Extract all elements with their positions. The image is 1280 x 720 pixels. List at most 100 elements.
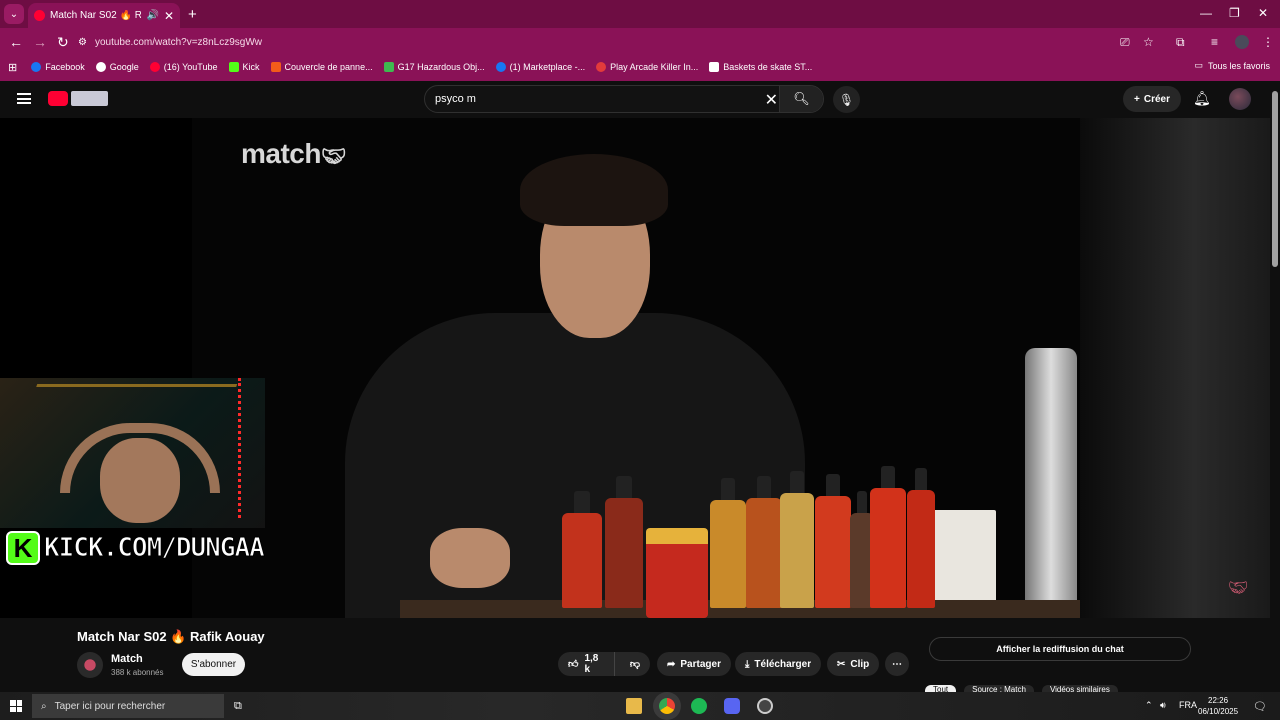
hot-sauce-bottle bbox=[907, 468, 935, 608]
windows-start-icon[interactable] bbox=[10, 700, 22, 712]
apps-grid-icon[interactable]: ⊞ bbox=[8, 61, 17, 74]
menu-icon[interactable]: ⋮ bbox=[1262, 35, 1274, 49]
channel-avatar[interactable] bbox=[77, 652, 103, 678]
bookmark-item[interactable]: Baskets de skate ST... bbox=[709, 62, 812, 72]
like-dislike-group: 👍︎ 1,8 k 👎︎ bbox=[558, 652, 650, 676]
share-button[interactable]: ➦ Partager bbox=[657, 652, 731, 676]
paper-cup bbox=[930, 510, 996, 612]
file-explorer-icon[interactable] bbox=[626, 698, 642, 714]
create-button[interactable]: + Créer bbox=[1123, 86, 1181, 112]
show-chat-replay-button[interactable]: Afficher la rediffusion du chat bbox=[929, 637, 1191, 661]
bookmark-item[interactable]: Play Arcade Killer In... bbox=[596, 62, 698, 72]
bookmark-item[interactable]: Google bbox=[95, 62, 139, 72]
site-info-icon[interactable]: ⚙ bbox=[78, 37, 87, 48]
minimize-button[interactable]: — bbox=[1200, 6, 1212, 20]
task-view-icon[interactable]: ⧉ bbox=[234, 700, 242, 713]
search-button[interactable]: 🔍︎ bbox=[779, 86, 823, 112]
hot-sauce-bottle bbox=[780, 471, 814, 608]
subscriber-count: 388 k abonnés bbox=[111, 668, 164, 677]
video-player[interactable]: match🤝︎ K KICK.COM/DUNGAA 🤝︎ bbox=[0, 118, 1280, 618]
tray-overflow-icon[interactable]: ⌃ bbox=[1145, 700, 1153, 711]
handshake-icon: 🤝︎ bbox=[320, 146, 346, 168]
tab-search-button[interactable]: ⌄ bbox=[4, 4, 24, 24]
taskbar-search-input[interactable]: ⌕ Taper ici pour rechercher bbox=[32, 694, 224, 718]
channel-branding-icon[interactable]: 🤝︎ bbox=[1228, 578, 1248, 598]
page-scrollbar[interactable] bbox=[1270, 81, 1280, 688]
bookmark-item[interactable]: (16) YouTube bbox=[149, 62, 218, 72]
language-indicator[interactable]: FRA bbox=[1179, 700, 1197, 710]
bookmark-item[interactable]: G17 Hazardous Obj... bbox=[383, 62, 485, 72]
bookmark-item[interactable]: (1) Marketplace -... bbox=[495, 62, 585, 72]
tab-strip: ⌄ Match Nar S02 🔥 Rafik Ao... 🔊 ✕ + — ❐ … bbox=[0, 0, 1280, 28]
bookmark-star-icon[interactable]: ☆ bbox=[1143, 35, 1154, 49]
browser-tab-active[interactable]: Match Nar S02 🔥 Rafik Ao... 🔊 ✕ bbox=[28, 3, 180, 28]
bookmark-favicon-icon bbox=[95, 62, 106, 72]
back-button[interactable]: ← bbox=[9, 34, 23, 50]
bookmark-favicon-icon bbox=[270, 62, 281, 72]
video-title: Match Nar S02 🔥 Rafik Aouay bbox=[77, 629, 265, 644]
all-favorites-button[interactable]: ▭ Tous les favoris bbox=[1194, 60, 1270, 71]
search-query-text: psyco m bbox=[435, 93, 476, 105]
bookmark-item[interactable]: Kick bbox=[228, 62, 260, 72]
account-avatar[interactable] bbox=[1229, 88, 1251, 110]
thumb-up-icon: 👍︎ bbox=[568, 659, 579, 670]
discord-icon[interactable] bbox=[724, 698, 740, 714]
app-icon[interactable] bbox=[757, 698, 773, 714]
clip-button[interactable]: ✂ Clip bbox=[827, 652, 880, 676]
more-horizontal-icon: ⋯ bbox=[892, 658, 902, 670]
download-button[interactable]: ⤓ Télécharger bbox=[735, 652, 822, 676]
more-actions-button[interactable]: ⋯ bbox=[885, 652, 909, 676]
notifications-bell-icon[interactable]: 🔔︎ bbox=[1193, 90, 1211, 107]
forward-button[interactable]: → bbox=[33, 34, 47, 50]
voice-search-button[interactable]: 🎙︎ bbox=[833, 86, 860, 113]
hot-sauce-bottle bbox=[605, 476, 643, 608]
search-icon: 🔍︎ bbox=[793, 91, 810, 106]
scrollbar-thumb[interactable] bbox=[1272, 91, 1278, 267]
search-input[interactable]: psyco m ✕ 🔍︎ bbox=[424, 85, 824, 113]
video-meta: Match Nar S02 🔥 Rafik Aouay Match 388 k … bbox=[0, 618, 1280, 697]
chrome-icon[interactable] bbox=[659, 698, 675, 714]
plus-icon: + bbox=[1134, 93, 1140, 105]
spotify-icon[interactable] bbox=[691, 698, 707, 714]
hot-sauce-bottle bbox=[870, 466, 906, 608]
tab-title: Match Nar S02 🔥 Rafik Ao... bbox=[50, 10, 142, 21]
person-hair bbox=[520, 154, 668, 226]
youtube-logo[interactable] bbox=[48, 91, 108, 106]
bookmark-favicon-icon bbox=[149, 62, 160, 72]
hamburger-menu-icon[interactable] bbox=[17, 93, 31, 104]
ambient-glow bbox=[1080, 118, 1270, 618]
neon-lights bbox=[238, 378, 243, 518]
windows-taskbar: ⌕ Taper ici pour rechercher ⧉ ⌃ 🔊︎ FRA 2… bbox=[0, 692, 1280, 720]
profile-avatar[interactable] bbox=[1235, 35, 1249, 49]
media-controls-icon[interactable]: ≡ bbox=[1211, 35, 1218, 49]
cast-icon[interactable]: ⎚ bbox=[1120, 35, 1130, 50]
clear-search-icon[interactable]: ✕ bbox=[765, 90, 778, 110]
kick-url-text: KICK.COM/DUNGAA bbox=[44, 533, 266, 564]
bookmark-item[interactable]: Facebook bbox=[31, 62, 85, 72]
system-clock[interactable]: 22:26 06/10/2025 bbox=[1198, 695, 1238, 717]
address-bar[interactable]: ⚙ youtube.com/watch?v=z8nLcz9sgWw bbox=[78, 32, 1108, 52]
scissors-icon: ✂ bbox=[837, 658, 846, 670]
extensions-icon[interactable]: ⧉ bbox=[1176, 35, 1185, 50]
bookmark-favicon-icon bbox=[228, 62, 239, 72]
subscribe-button[interactable]: S'abonner bbox=[182, 653, 245, 676]
dislike-button[interactable]: 👎︎ bbox=[620, 658, 650, 670]
bookmark-favicon-icon bbox=[383, 62, 394, 72]
sauce-can bbox=[646, 528, 708, 618]
bookmark-item[interactable]: Couvercle de panne... bbox=[270, 62, 373, 72]
reload-button[interactable]: ↻ bbox=[57, 34, 69, 51]
speaker-icon[interactable]: 🔊 bbox=[146, 10, 158, 21]
new-tab-button[interactable]: + bbox=[188, 6, 197, 23]
person-hand bbox=[430, 528, 510, 588]
notification-center-icon[interactable]: 🗨︎ bbox=[1253, 700, 1267, 713]
url-text: youtube.com/watch?v=z8nLcz9sgWw bbox=[94, 36, 262, 48]
like-button[interactable]: 👍︎ 1,8 k bbox=[558, 652, 615, 676]
volume-icon[interactable]: 🔊︎ bbox=[1160, 700, 1166, 711]
close-window-button[interactable]: ✕ bbox=[1258, 6, 1268, 20]
channel-name[interactable]: Match bbox=[111, 653, 143, 665]
bookmarks-bar: ⊞ Facebook Google (16) YouTube Kick Couv… bbox=[0, 58, 1280, 76]
bookmark-favicon-icon bbox=[31, 62, 42, 72]
restore-button[interactable]: ❐ bbox=[1229, 6, 1240, 20]
close-tab-icon[interactable]: ✕ bbox=[164, 9, 174, 23]
hot-sauce-bottle bbox=[815, 474, 851, 608]
